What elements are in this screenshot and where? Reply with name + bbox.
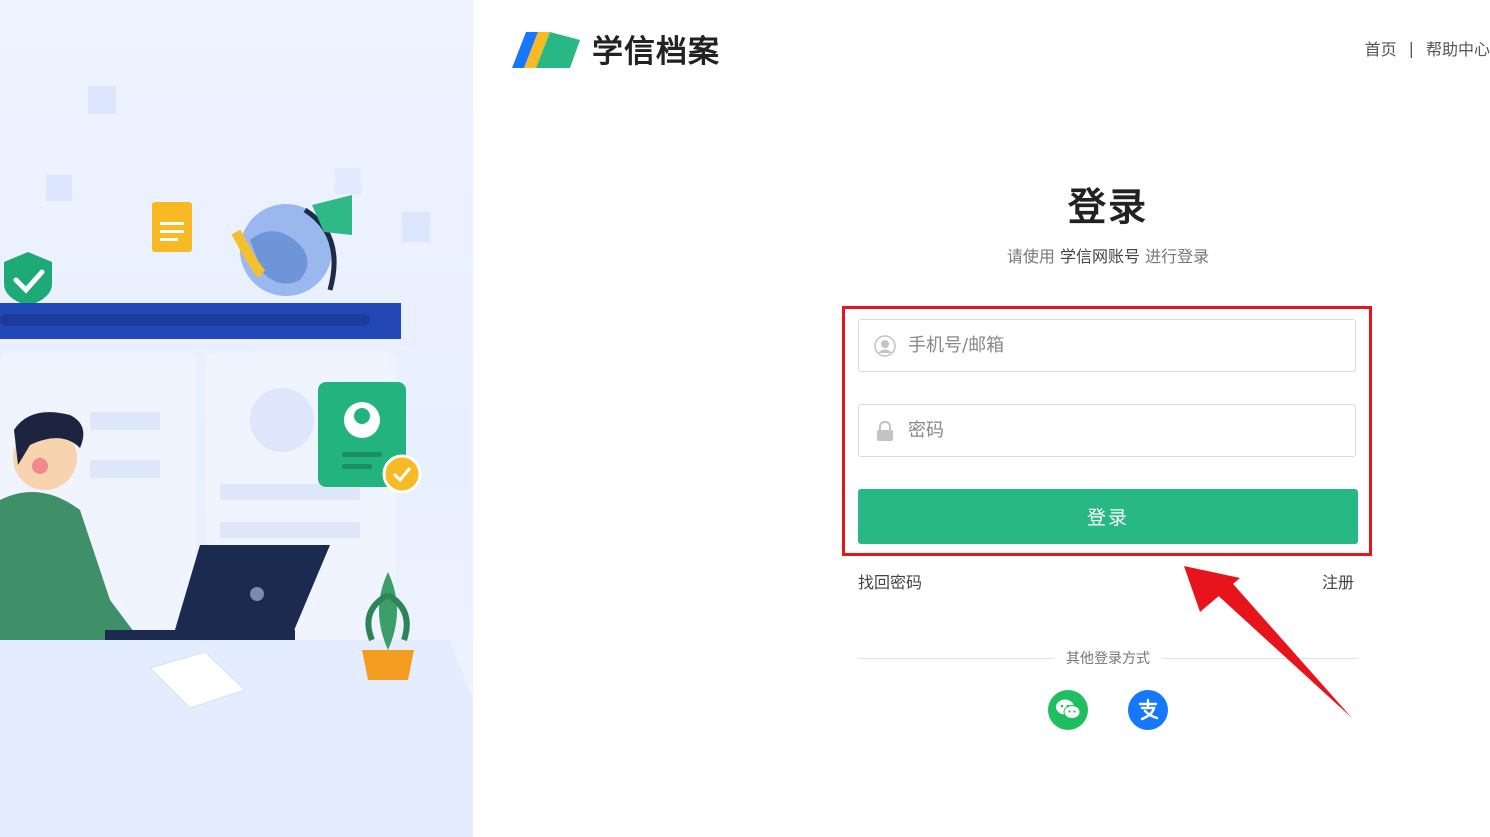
password-field[interactable] (858, 404, 1356, 457)
logo-icon (512, 31, 580, 68)
register-link[interactable]: 注册 (1322, 569, 1354, 593)
login-illustration (0, 86, 473, 837)
username-input[interactable] (906, 334, 1355, 357)
lock-icon (877, 420, 893, 441)
wechat-login-button[interactable] (1048, 690, 1088, 730)
alipay-icon (1138, 698, 1159, 721)
password-input[interactable] (906, 419, 1355, 442)
site-logo[interactable]: 学信档案 (512, 26, 720, 71)
home-link[interactable]: 首页 (1365, 36, 1397, 60)
username-field[interactable] (858, 319, 1356, 372)
illustration-panel (0, 0, 473, 837)
login-subtitle: 请使用 学信网账号 进行登录 (858, 243, 1358, 267)
user-icon (874, 334, 896, 357)
subtitle-suffix: 进行登录 (1145, 247, 1210, 266)
logo-text: 学信档案 (592, 34, 720, 70)
login-title: 登录 (1067, 185, 1148, 229)
wechat-icon (1056, 699, 1081, 719)
other-login-divider: 其他登录方式 (858, 648, 1358, 668)
divider-line-right (1162, 657, 1358, 659)
login-button[interactable]: 登录 (858, 489, 1358, 544)
nav-separator: | (1408, 38, 1414, 58)
alipay-login-button[interactable] (1128, 690, 1168, 730)
help-center-link[interactable]: 帮助中心 (1426, 36, 1490, 60)
other-login-label: 其他登录方式 (1066, 651, 1150, 667)
top-nav: 首页 | 帮助中心 (1365, 36, 1490, 60)
divider-line-left (858, 657, 1054, 659)
subtitle-account: 学信网账号 (1059, 247, 1140, 266)
forgot-password-link[interactable]: 找回密码 (858, 569, 922, 593)
subtitle-prefix: 请使用 (1006, 247, 1055, 266)
